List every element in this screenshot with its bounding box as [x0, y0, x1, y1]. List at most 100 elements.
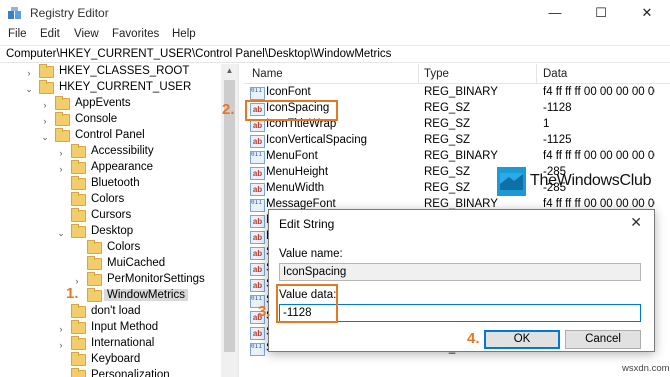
collapse-chevron-icon[interactable]: ⌄ [24, 82, 34, 96]
value-type: REG_SZ [424, 118, 471, 130]
value-data: f4 ff ff ff 00 00 00 00 00 00 [543, 86, 670, 98]
tree-item-label: International [91, 337, 155, 349]
address-bar[interactable]: Computer\HKEY_CURRENT_USER\Control Panel… [0, 45, 670, 63]
dialog-close-icon[interactable]: ✕ [630, 214, 642, 231]
string-value-icon: ab [250, 327, 265, 340]
tree-item-label: Control Panel [75, 129, 145, 141]
folder-icon [55, 128, 70, 142]
address-path[interactable]: Computer\HKEY_CURRENT_USER\Control Panel… [6, 48, 391, 60]
tree-item-label: Personalization [91, 369, 170, 377]
thewindowsclub-logo-icon [497, 167, 526, 196]
folder-icon [71, 336, 86, 350]
ok-button[interactable]: OK [484, 330, 560, 349]
menu-edit[interactable]: Edit [40, 28, 60, 40]
window-title: Registry Editor [30, 6, 109, 20]
list-scroll-area [655, 84, 670, 377]
step-1-label: 1. [66, 285, 79, 302]
maximize-button[interactable]: ☐ [578, 0, 624, 26]
string-value-icon: ab [250, 279, 265, 292]
tree-item-label: WindowMetrics [104, 289, 188, 301]
highlight-value-data [276, 284, 338, 323]
expand-chevron-icon[interactable]: › [56, 322, 66, 336]
folder-icon [87, 240, 102, 254]
string-value-icon: ab [250, 135, 265, 148]
folder-icon [39, 64, 54, 78]
column-divider[interactable] [418, 64, 419, 84]
key-tree-pane: › HKEY_CLASSES_ROOT ⌄ HKEY_CURRENT_USER … [0, 64, 238, 377]
folder-icon [87, 288, 102, 302]
column-header-data[interactable]: Data [543, 68, 567, 80]
watermark-brand-text: TheWindowsClub [530, 172, 652, 189]
menu-view[interactable]: View [74, 28, 99, 40]
value-name-field[interactable]: IconSpacing [279, 263, 641, 281]
minimize-button[interactable]: — [532, 0, 578, 26]
value-data: 1 [543, 118, 550, 130]
binary-value-icon: 011 110 [250, 151, 265, 164]
column-header-name[interactable]: Name [252, 68, 283, 80]
binary-value-icon: 011 110 [250, 87, 265, 100]
expand-chevron-icon[interactable]: › [56, 162, 66, 176]
folder-icon [71, 160, 86, 174]
collapse-chevron-icon[interactable]: ⌄ [40, 130, 50, 144]
list-header: Name Type Data [244, 64, 670, 84]
step-2-label: 2. [222, 101, 235, 118]
tree-item-label: Bluetooth [91, 177, 140, 189]
close-window-button[interactable]: ✕ [624, 0, 670, 26]
thewindowsclub-watermark: TheWindowsClub [497, 164, 657, 198]
tree-item-label: Colors [107, 241, 141, 253]
value-type: REG_BINARY [424, 86, 498, 98]
menu-favorites[interactable]: Favorites [112, 28, 159, 40]
folder-icon [71, 352, 86, 366]
collapse-chevron-icon[interactable]: ⌄ [56, 226, 66, 240]
expand-chevron-icon[interactable]: › [56, 338, 66, 352]
menu-bar: File Edit View Favorites Help [0, 26, 670, 45]
cancel-button[interactable]: Cancel [565, 330, 641, 349]
value-name-label: Value name: [279, 248, 343, 260]
string-value-icon: ab [250, 183, 265, 196]
column-divider[interactable] [536, 64, 537, 84]
dialog-title: Edit String [279, 217, 335, 231]
step-4-label: 4. [467, 330, 480, 347]
folder-icon [71, 224, 86, 238]
scroll-up-arrow-icon[interactable]: ▲ [221, 64, 238, 78]
tree-item-label: Accessibility [91, 145, 154, 157]
value-type: REG_SZ [424, 166, 471, 178]
tree-item-label: Console [75, 113, 118, 125]
folder-icon [39, 80, 54, 94]
string-value-icon: ab [250, 215, 265, 228]
tree-item-label: HKEY_CURRENT_USER [59, 81, 192, 93]
expand-chevron-icon[interactable]: › [56, 146, 66, 160]
value-type: REG_SZ [424, 182, 471, 194]
folder-icon [87, 256, 102, 270]
value-data: -1125 [543, 134, 572, 146]
string-value-icon: ab [250, 263, 265, 276]
folder-icon [71, 320, 86, 334]
menu-help[interactable]: Help [172, 28, 196, 40]
expand-chevron-icon[interactable]: › [40, 114, 50, 128]
scrollbar-thumb[interactable] [224, 80, 235, 352]
folder-icon [55, 96, 70, 110]
list-item[interactable]: ab IconVerticalSpacing REG_SZ -1125 [244, 134, 670, 150]
tree-item-label: Cursors [91, 209, 132, 221]
tree-item-label: don't load [91, 305, 141, 317]
value-data: f4 ff ff ff 00 00 00 00 00 00 [543, 150, 670, 162]
binary-value-icon: 011 110 [250, 199, 265, 212]
menu-file[interactable]: File [8, 28, 27, 40]
folder-icon [71, 176, 86, 190]
value-data: -1128 [543, 102, 572, 114]
site-watermark: wsxdn.com [622, 363, 670, 374]
binary-value-icon: 011 110 [250, 343, 265, 356]
string-value-icon: ab [250, 247, 265, 260]
tree-item-label: Colors [91, 193, 125, 205]
column-header-type[interactable]: Type [424, 68, 449, 80]
folder-icon [71, 368, 86, 377]
string-value-icon: ab [250, 231, 265, 244]
title-bar: Registry Editor — ☐ ✕ [0, 0, 670, 26]
folder-icon [71, 304, 86, 318]
expand-chevron-icon[interactable]: › [24, 66, 34, 80]
value-name: IconVerticalSpacing [266, 134, 368, 146]
expand-chevron-icon[interactable]: › [40, 98, 50, 112]
folder-icon [71, 192, 86, 206]
registry-editor-app-icon [8, 7, 21, 19]
tree-item-label: Desktop [91, 225, 134, 237]
